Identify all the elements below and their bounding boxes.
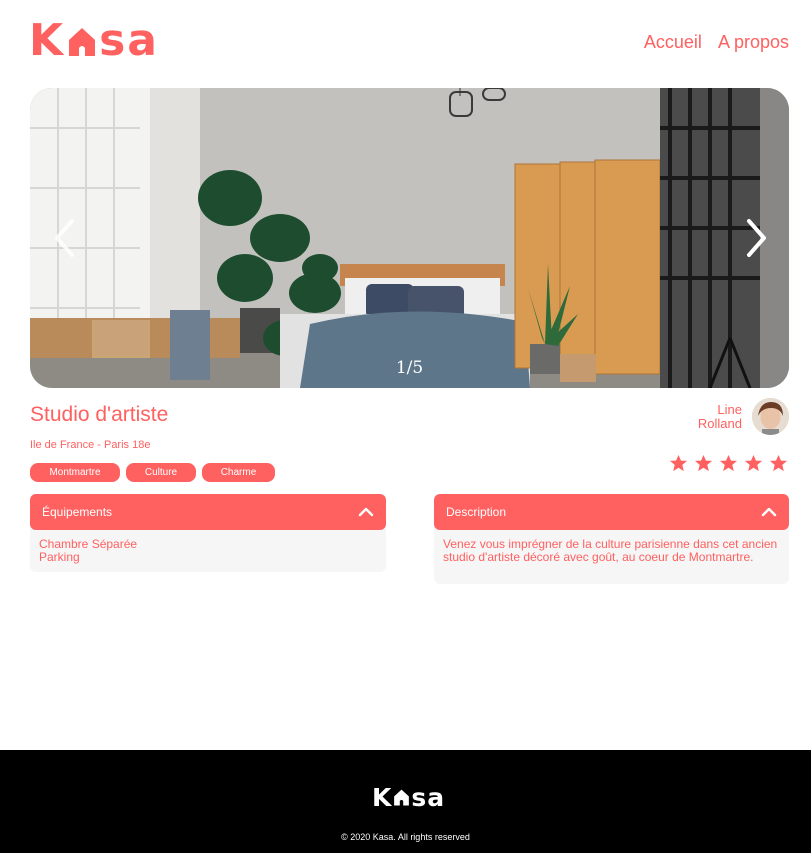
chevron-up-icon xyxy=(358,507,374,517)
kasa-logo[interactable]: K sa xyxy=(29,18,159,64)
nav-link-a-propos[interactable]: A propos xyxy=(718,32,789,53)
tag-list: Montmartre Culture Charme xyxy=(30,463,275,482)
carousel-photo xyxy=(30,88,789,388)
host-last-name: Rolland xyxy=(697,415,742,431)
logo-letter-k: K xyxy=(29,15,66,66)
tag: Charme xyxy=(202,463,275,482)
header: K sa Accueil A propos xyxy=(0,0,811,88)
home-icon xyxy=(69,28,96,56)
host-info: Line Rolland xyxy=(682,398,789,435)
slide-counter: 1/5 xyxy=(395,358,424,378)
host-avatar xyxy=(752,398,789,435)
tag: Montmartre xyxy=(30,463,120,482)
description-toggle[interactable]: Description xyxy=(434,494,789,530)
tag: Culture xyxy=(126,463,196,482)
footer-logo: K sa xyxy=(372,784,445,812)
description-text: Venez vous imprégner de la culture paris… xyxy=(443,537,778,564)
main-nav: Accueil A propos xyxy=(644,32,789,53)
host-name: Line Rolland xyxy=(682,401,742,431)
equipments-toggle[interactable]: Équipements xyxy=(30,494,386,530)
chevron-up-icon xyxy=(761,507,777,517)
description-content: Venez vous imprégner de la culture paris… xyxy=(434,524,789,584)
description-collapse: Description Venez vous imprégner de la c… xyxy=(434,494,789,584)
equipments-label: Équipements xyxy=(42,505,113,519)
listing-location: Ile de France - Paris 18e xyxy=(30,439,151,451)
star-icon xyxy=(769,454,788,472)
chevron-left-icon xyxy=(55,219,74,257)
logo-letters-sa: sa xyxy=(99,15,159,66)
equipment-item: Parking xyxy=(39,549,80,564)
footer-logo-letters-sa: sa xyxy=(411,783,446,812)
image-carousel: 1/5 xyxy=(30,88,789,388)
home-icon xyxy=(394,789,410,806)
equipments-content: Chambre Séparée Parking xyxy=(30,524,386,572)
listing-title: Studio d'artiste xyxy=(30,403,169,426)
description-label: Description xyxy=(446,505,507,519)
equipments-collapse: Équipements Chambre Séparée Parking xyxy=(30,494,386,572)
footer-logo-letter-k: K xyxy=(372,783,393,812)
star-icon xyxy=(669,454,688,472)
star-icon xyxy=(744,454,763,472)
nav-link-accueil[interactable]: Accueil xyxy=(644,32,702,53)
previous-slide-button[interactable] xyxy=(44,208,84,268)
next-slide-button[interactable] xyxy=(737,208,777,268)
host-first-name: Line xyxy=(717,401,742,417)
rating-stars xyxy=(669,454,788,473)
equipment-item: Chambre Séparée xyxy=(39,537,138,551)
host-portrait xyxy=(752,398,789,435)
star-icon xyxy=(719,454,738,472)
chevron-right-icon xyxy=(747,219,766,257)
star-icon xyxy=(694,454,713,472)
copyright-text: © 2020 Kasa. All rights reserved xyxy=(341,832,470,842)
